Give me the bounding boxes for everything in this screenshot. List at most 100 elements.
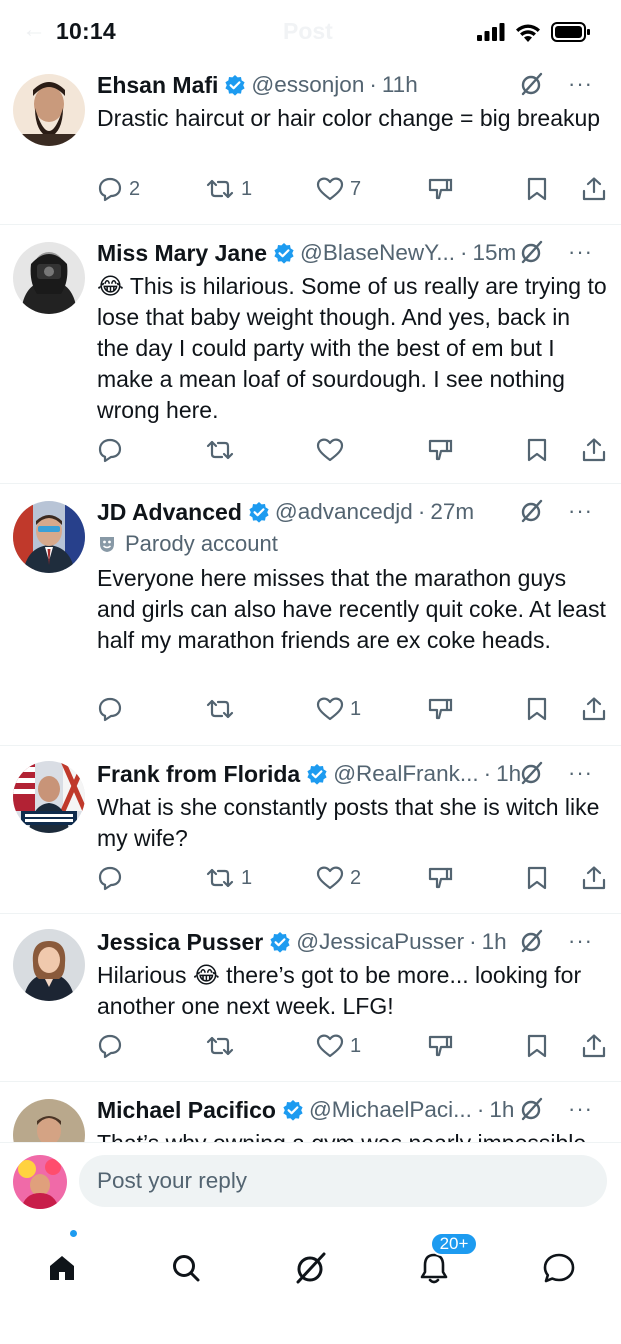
reply-button[interactable] (97, 1033, 129, 1059)
dislike-button[interactable] (427, 696, 453, 722)
reply-input[interactable]: Post your reply (79, 1155, 607, 1207)
tweet[interactable]: Ehsan Mafi @essonjon · 11h ··· Drastic h… (0, 62, 621, 225)
avatar[interactable] (13, 501, 85, 573)
repost-button[interactable] (205, 696, 241, 722)
post-time[interactable]: 1h (489, 1097, 514, 1123)
share-button[interactable] (581, 696, 607, 722)
repost-icon (206, 699, 234, 719)
repost-button[interactable]: 1 (205, 865, 252, 891)
author-handle[interactable]: @advancedjd (275, 499, 413, 525)
repost-button[interactable] (205, 1033, 241, 1059)
post-time[interactable]: 15m (473, 240, 517, 266)
bookmark-button[interactable] (525, 865, 549, 891)
more-icon[interactable]: ··· (568, 73, 593, 95)
author-name[interactable]: Frank from Florida (97, 761, 300, 788)
tweet[interactable]: Jessica Pusser @JessicaPusser · 1h ··· H… (0, 915, 621, 1082)
notifications-badge: 20+ (430, 1232, 478, 1256)
bookmark-button[interactable] (525, 437, 549, 463)
bookmark-icon (527, 866, 547, 890)
tab-messages[interactable] (529, 1238, 589, 1298)
more-icon[interactable]: ··· (568, 241, 593, 263)
bookmark-button[interactable] (525, 1033, 549, 1059)
post-text: Hilarious 😂 there’s got to be more... lo… (97, 962, 582, 1019)
reply-icon (98, 177, 122, 202)
like-button[interactable]: 1 (316, 696, 361, 722)
reply-button[interactable] (97, 865, 129, 891)
post-time[interactable]: 1h (496, 761, 521, 787)
verified-icon (225, 75, 246, 96)
post-actions: 1 (97, 1033, 607, 1063)
reply-button[interactable] (97, 437, 129, 463)
dislike-button[interactable] (427, 1033, 453, 1059)
post-time[interactable]: 1h (482, 929, 507, 955)
more-icon[interactable]: ··· (568, 930, 593, 952)
grok-icon[interactable] (520, 1097, 544, 1121)
share-button[interactable] (581, 865, 607, 891)
like-button[interactable] (316, 437, 350, 463)
parody-label: Parody account (97, 531, 278, 557)
like-count: 1 (350, 1034, 362, 1057)
post-time[interactable]: 27m (430, 499, 474, 525)
post-actions: 1 2 (97, 865, 607, 895)
grok-icon[interactable] (520, 240, 544, 264)
author-name[interactable]: JD Advanced (97, 499, 242, 526)
author-handle[interactable]: @essonjon (251, 72, 364, 98)
post-actions: 2 1 7 (97, 176, 607, 206)
tab-home[interactable] (32, 1238, 92, 1298)
dislike-button[interactable] (427, 176, 453, 202)
post-text: Everyone here misses that the marathon g… (97, 565, 606, 653)
repost-button[interactable]: 1 (205, 176, 252, 202)
share-button[interactable] (581, 176, 607, 202)
author-handle[interactable]: @JessicaPusser (296, 929, 464, 955)
avatar[interactable] (13, 929, 85, 1001)
author-name[interactable]: Miss Mary Jane (97, 240, 267, 267)
dislike-button[interactable] (427, 865, 453, 891)
share-icon (582, 1034, 606, 1058)
like-button[interactable]: 2 (316, 865, 361, 891)
share-button[interactable] (581, 437, 607, 463)
author-handle[interactable]: @MichaelPaci... (309, 1097, 472, 1123)
grok-icon[interactable] (520, 929, 544, 953)
avatar[interactable] (13, 242, 85, 314)
home-icon (50, 1256, 74, 1280)
grok-icon[interactable] (520, 499, 544, 523)
dislike-button[interactable] (427, 437, 453, 463)
more-icon[interactable]: ··· (568, 762, 593, 784)
author-handle[interactable]: @BlaseNewY... (300, 240, 455, 266)
more-icon[interactable]: ··· (568, 500, 593, 522)
reply-button[interactable] (97, 696, 129, 722)
replies-feed[interactable]: Ehsan Mafi @essonjon · 11h ··· Drastic h… (0, 62, 621, 1142)
share-button[interactable] (581, 1033, 607, 1059)
my-avatar[interactable] (13, 1155, 67, 1209)
post-actions: 1 (97, 696, 607, 726)
author-name[interactable]: Michael Pacifico (97, 1097, 276, 1124)
avatar[interactable] (13, 1099, 85, 1142)
reply-bar: Post your reply (0, 1142, 621, 1220)
like-button[interactable]: 1 (316, 1033, 361, 1059)
more-icon[interactable]: ··· (568, 1098, 593, 1120)
tweet[interactable]: Frank from Florida @RealFrank... · 1h ··… (0, 747, 621, 914)
tweet[interactable]: Miss Mary Jane @BlaseNewY... · 15m ··· 😂… (0, 226, 621, 484)
reply-button[interactable]: 2 (97, 176, 140, 202)
tab-search[interactable] (156, 1238, 216, 1298)
repost-button[interactable] (205, 437, 241, 463)
tab-grok[interactable] (281, 1238, 341, 1298)
like-button[interactable]: 7 (316, 176, 361, 202)
back-arrow-icon[interactable]: ← (22, 16, 46, 44)
author-handle[interactable]: @RealFrank... (333, 761, 478, 787)
post-time[interactable]: 11h (382, 72, 418, 98)
author-name[interactable]: Jessica Pusser (97, 929, 263, 956)
grok-icon[interactable] (520, 761, 544, 785)
author-name[interactable]: Ehsan Mafi (97, 72, 218, 99)
avatar[interactable] (13, 74, 85, 146)
avatar[interactable] (13, 761, 85, 833)
tweet[interactable]: JD Advanced @advancedjd · 27m ··· Parody… (0, 485, 621, 746)
messages-icon (543, 1253, 575, 1283)
bookmark-button[interactable] (525, 696, 549, 722)
bookmark-icon (527, 177, 547, 201)
tweet[interactable]: Michael Pacifico @MichaelPaci... · 1h ··… (0, 1083, 621, 1142)
like-icon (316, 438, 344, 462)
like-icon (316, 177, 344, 201)
grok-icon[interactable] (520, 72, 544, 96)
bookmark-button[interactable] (525, 176, 549, 202)
